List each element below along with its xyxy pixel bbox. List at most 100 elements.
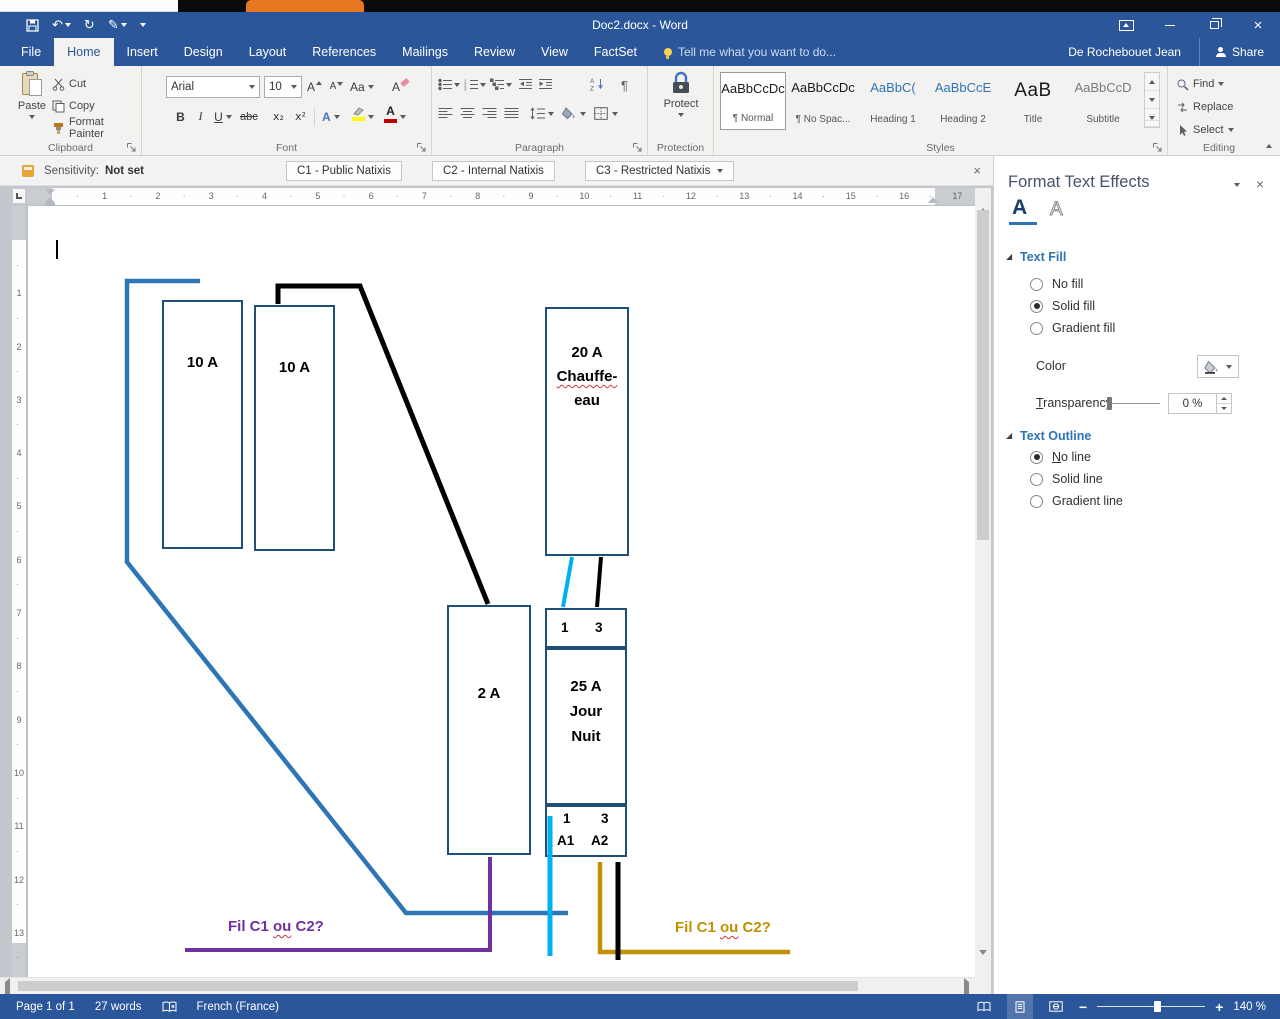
fill-color-button[interactable] bbox=[1197, 355, 1239, 378]
collapse-ribbon-icon[interactable] bbox=[1266, 137, 1272, 151]
ribbon-display-options-icon[interactable] bbox=[1104, 12, 1148, 38]
ribbon-tab[interactable]: Mailings bbox=[389, 38, 461, 66]
ribbon-tab[interactable]: FactSet bbox=[581, 38, 650, 66]
scroll-up-icon[interactable] bbox=[979, 194, 987, 208]
ribbon-tab[interactable]: Design bbox=[171, 38, 236, 66]
solid-fill-option[interactable]: Solid fill bbox=[1030, 299, 1095, 313]
zoom-slider[interactable] bbox=[1097, 994, 1205, 1019]
style-item[interactable]: AaBbCcDc ¶ No Spac... bbox=[790, 72, 856, 130]
text-fill-outline-tab-icon[interactable]: A bbox=[1012, 196, 1027, 220]
grow-font-icon[interactable]: A bbox=[306, 76, 323, 97]
language-indicator[interactable]: French (France) bbox=[187, 1001, 289, 1013]
chevron-down-icon[interactable] bbox=[612, 112, 618, 116]
ribbon-tab[interactable]: View bbox=[528, 38, 581, 66]
breaker-box-10a-2[interactable]: 10 A bbox=[254, 305, 335, 551]
tab-selector[interactable] bbox=[12, 188, 26, 204]
zoom-level[interactable]: 140 % bbox=[1233, 1001, 1266, 1013]
scroll-up-icon[interactable] bbox=[1145, 73, 1159, 91]
chevron-down-icon[interactable] bbox=[506, 83, 512, 87]
sensitivity-classification-button[interactable]: C2 - Internal Natixis bbox=[432, 161, 555, 181]
close-icon[interactable]: × bbox=[973, 163, 981, 178]
borders-icon[interactable] bbox=[594, 107, 608, 120]
numbering-icon[interactable]: 123 bbox=[464, 78, 479, 91]
ribbon-tab[interactable]: Home bbox=[54, 38, 113, 66]
breaker-box-2a[interactable]: 2 A bbox=[447, 605, 531, 855]
bullets-icon[interactable] bbox=[438, 78, 453, 91]
ink-pen-icon[interactable]: ✎ bbox=[108, 18, 127, 33]
share-button[interactable]: Share bbox=[1199, 38, 1280, 66]
align-center-icon[interactable] bbox=[460, 107, 475, 120]
increase-indent-icon[interactable] bbox=[538, 78, 553, 91]
sort-icon[interactable]: AZ bbox=[590, 77, 605, 91]
ribbon-tab[interactable]: Layout bbox=[236, 38, 300, 66]
tell-me-box[interactable]: Tell me what you want to do... bbox=[664, 38, 836, 66]
no-fill-option[interactable]: No fill bbox=[1030, 277, 1083, 291]
ribbon-tab[interactable]: Insert bbox=[114, 38, 171, 66]
breaker-box-10a-1[interactable]: 10 A bbox=[162, 300, 243, 549]
annotation-right[interactable]: Fil C1 ou C2? bbox=[675, 919, 771, 936]
style-item[interactable]: AaBbCcE Heading 2 bbox=[930, 72, 996, 130]
dialog-launcher-icon[interactable] bbox=[126, 142, 137, 153]
undo-icon[interactable]: ↶ bbox=[52, 18, 71, 33]
italic-button[interactable]: I bbox=[192, 106, 209, 127]
scroll-down-icon[interactable] bbox=[1145, 91, 1159, 109]
ribbon-tab[interactable]: Review bbox=[461, 38, 528, 66]
close-icon[interactable]: × bbox=[1236, 12, 1280, 38]
zoom-out-icon[interactable]: − bbox=[1079, 999, 1087, 1015]
redo-icon[interactable]: ↻ bbox=[84, 18, 95, 33]
minimize-icon[interactable] bbox=[1148, 12, 1192, 38]
chevron-down-icon[interactable] bbox=[454, 83, 460, 87]
strikethrough-button[interactable]: abc bbox=[240, 106, 258, 127]
save-icon[interactable] bbox=[26, 19, 39, 32]
restore-icon[interactable] bbox=[1192, 12, 1236, 38]
highlight-color-icon[interactable] bbox=[352, 107, 365, 121]
scrollbar-thumb[interactable] bbox=[977, 210, 989, 540]
chevron-down-icon[interactable] bbox=[226, 115, 232, 119]
spinner-down-icon[interactable] bbox=[1217, 404, 1231, 413]
ribbon-tab[interactable]: References bbox=[299, 38, 389, 66]
read-mode-icon[interactable] bbox=[971, 994, 997, 1019]
scrollbar-thumb[interactable] bbox=[18, 981, 858, 991]
protect-button[interactable]: Protect bbox=[659, 71, 703, 117]
transparency-slider[interactable] bbox=[1108, 403, 1160, 404]
document-page[interactable]: 10 A 10 A 20 A Chauffe- eau 2 A 1 3 25 A… bbox=[28, 206, 975, 977]
text-effects-tab-icon[interactable]: A bbox=[1050, 199, 1063, 221]
collapse-triangle-icon[interactable]: ◢ bbox=[1006, 431, 1012, 440]
transparency-value-field[interactable]: 0 % bbox=[1168, 393, 1217, 414]
align-right-icon[interactable] bbox=[482, 107, 497, 120]
shrink-font-icon[interactable]: A bbox=[328, 76, 345, 97]
heater-box-20a[interactable]: 20 A Chauffe- eau bbox=[545, 307, 629, 556]
dialog-launcher-icon[interactable] bbox=[1152, 142, 1163, 153]
page-indicator[interactable]: Page 1 of 1 bbox=[0, 1001, 85, 1013]
signed-in-user[interactable]: De Rochebouet Jean bbox=[1068, 38, 1199, 66]
style-item[interactable]: AaBbCcD Subtitle bbox=[1070, 72, 1136, 130]
gradient-line-option[interactable]: Gradient line bbox=[1030, 494, 1123, 508]
spinner-up-icon[interactable] bbox=[1217, 394, 1231, 404]
shading-icon[interactable] bbox=[562, 107, 577, 120]
zoom-slider-thumb[interactable] bbox=[1154, 1001, 1161, 1012]
no-line-option[interactable]: No line bbox=[1030, 450, 1091, 464]
font-color-icon[interactable]: A bbox=[384, 104, 397, 123]
solid-line-option[interactable]: Solid line bbox=[1030, 472, 1103, 486]
format-painter-button[interactable]: Format Painter bbox=[52, 118, 141, 138]
subscript-button[interactable]: x₂ bbox=[270, 106, 287, 127]
replace-button[interactable]: Replace bbox=[1176, 97, 1233, 117]
style-item[interactable]: AaBbC( Heading 1 bbox=[860, 72, 926, 130]
contactor-bottom-terminals[interactable]: 1 3 A1 A2 bbox=[545, 805, 627, 857]
find-button[interactable]: Find bbox=[1176, 74, 1224, 94]
underline-button[interactable]: U bbox=[210, 106, 227, 127]
gradient-fill-option[interactable]: Gradient fill bbox=[1030, 321, 1115, 335]
align-left-icon[interactable] bbox=[438, 107, 453, 120]
change-case-button[interactable]: Aa bbox=[350, 76, 374, 97]
bold-button[interactable]: B bbox=[172, 106, 189, 127]
cut-button[interactable]: Cut bbox=[52, 74, 86, 94]
chevron-down-icon[interactable] bbox=[1234, 176, 1240, 190]
horizontal-scrollbar[interactable] bbox=[0, 977, 975, 994]
decrease-indent-icon[interactable] bbox=[518, 78, 533, 91]
text-effects-icon[interactable]: A bbox=[322, 106, 340, 127]
scroll-down-icon[interactable] bbox=[979, 955, 987, 969]
copy-button[interactable]: Copy bbox=[52, 96, 95, 116]
chevron-down-icon[interactable] bbox=[480, 83, 486, 87]
styles-more-icon[interactable] bbox=[1145, 109, 1159, 127]
contactor-top-terminals[interactable]: 1 3 bbox=[545, 608, 627, 648]
